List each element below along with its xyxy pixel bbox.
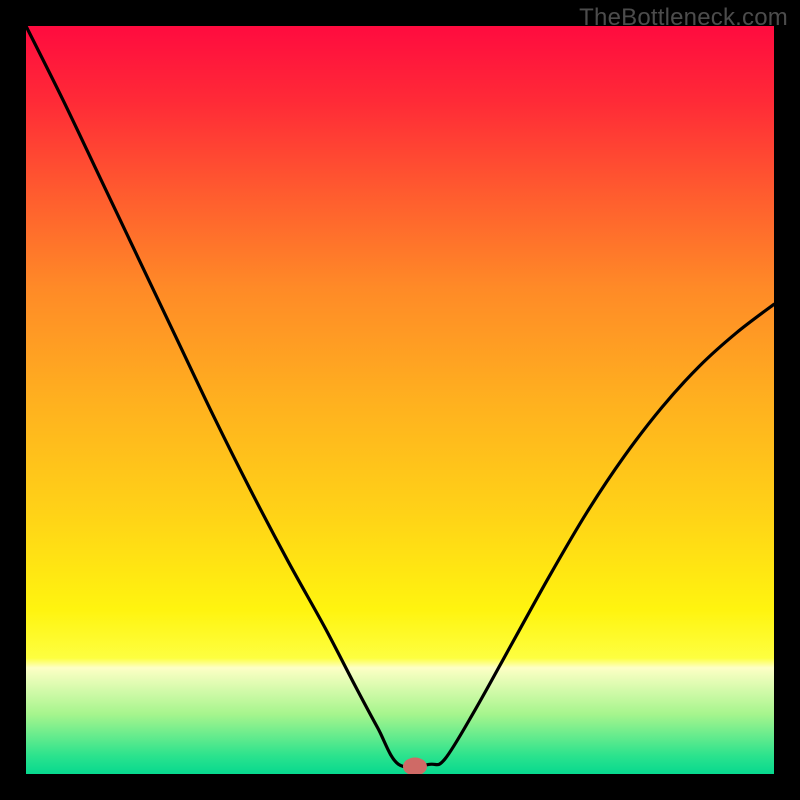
watermark-text: TheBottleneck.com: [579, 4, 788, 32]
gradient-background: [26, 26, 774, 774]
chart-frame: TheBottleneck.com: [0, 0, 800, 800]
chart-svg: [26, 26, 774, 774]
plot-area: [26, 26, 774, 774]
